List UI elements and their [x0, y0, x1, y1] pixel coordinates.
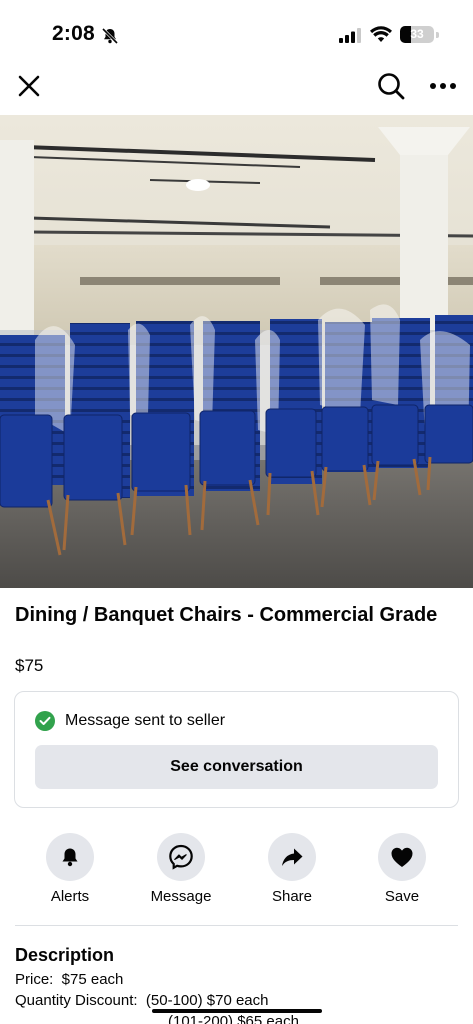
more-icon: [430, 83, 456, 89]
section-divider: [15, 925, 458, 926]
bell-icon: [62, 848, 78, 867]
listing-price: $75: [15, 656, 44, 675]
alerts-button[interactable]: Alerts: [25, 833, 115, 906]
bell-muted-icon: [101, 27, 119, 45]
save-button[interactable]: Save: [357, 833, 447, 906]
message-label: Message: [150, 888, 212, 905]
battery-cap: [436, 32, 439, 38]
message-button[interactable]: Message: [136, 833, 226, 906]
share-circle: [268, 833, 316, 881]
heart-icon: [391, 847, 413, 867]
description-discount-line-2: (101-200) $65 each: [168, 1013, 299, 1024]
wifi-icon: [370, 26, 392, 42]
message-sent-text: Message sent to seller: [65, 712, 226, 729]
description-price-line: Price: $75 each: [15, 971, 124, 988]
description-heading: Description: [15, 945, 115, 965]
top-nav: [0, 66, 473, 114]
listing-title: Dining / Banquet Chairs - Commercial Gra…: [15, 604, 438, 626]
alerts-label: Alerts: [50, 888, 90, 905]
action-row: Alerts Message Share Save: [0, 833, 473, 913]
search-button[interactable]: [371, 66, 411, 106]
share-icon: [282, 848, 303, 866]
alerts-circle: [46, 833, 94, 881]
battery-icon: 33: [400, 26, 434, 43]
share-label: Share: [271, 888, 313, 905]
status-bar: 2:08 33: [0, 0, 473, 66]
messenger-icon: [169, 844, 193, 870]
description-discount-line: Quantity Discount: (50-100) $70 each: [15, 992, 269, 1009]
annotation-underline: [152, 1009, 322, 1013]
save-label: Save: [384, 888, 420, 905]
listing-photo[interactable]: [0, 115, 473, 588]
close-icon: [18, 75, 40, 97]
status-time: 2:08: [52, 22, 95, 45]
signal-icon: [339, 28, 361, 43]
battery-percent: 33: [410, 27, 424, 41]
share-button[interactable]: Share: [247, 833, 337, 906]
close-button[interactable]: [9, 66, 49, 106]
message-status-card: Message sent to seller See conversation: [14, 691, 459, 808]
save-circle: [378, 833, 426, 881]
see-conversation-button[interactable]: See conversation: [35, 745, 438, 789]
message-circle: [157, 833, 205, 881]
more-options-button[interactable]: [423, 66, 463, 106]
chairs-photo-image: [0, 115, 473, 588]
check-circle-icon: [35, 711, 55, 731]
search-icon: [378, 73, 405, 100]
